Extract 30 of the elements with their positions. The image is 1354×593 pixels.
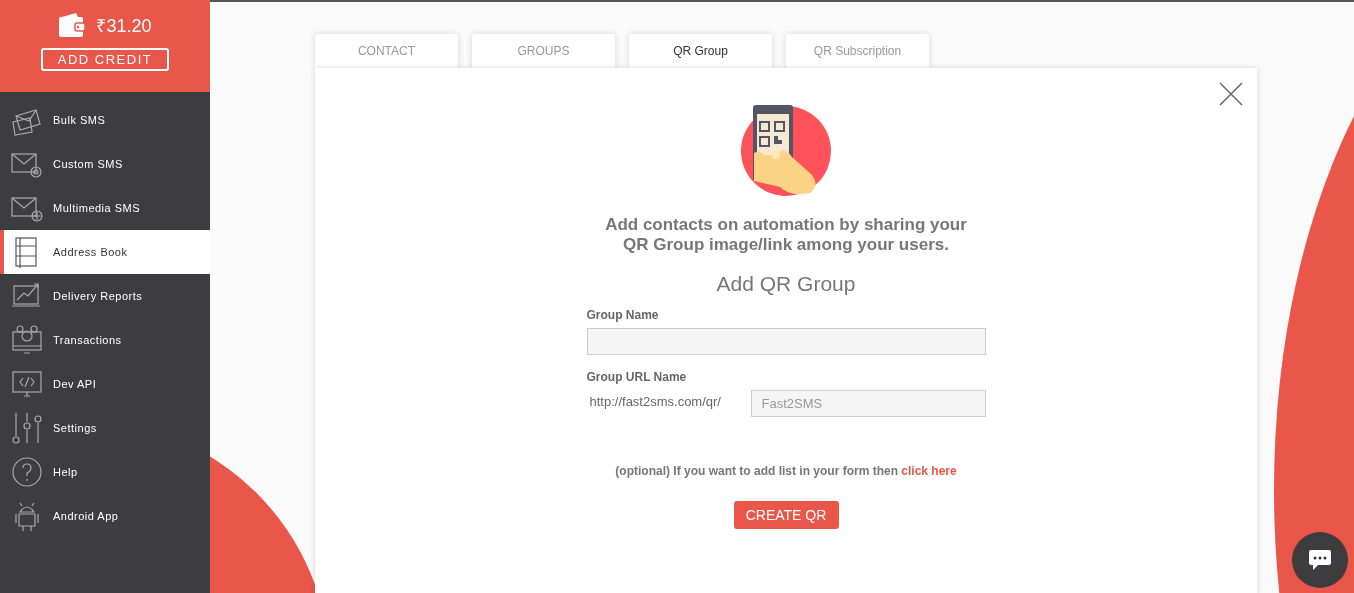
url-prefix: http://fast2sms.com/qr/ — [588, 393, 721, 409]
tab[interactable]: QR Group — [629, 34, 772, 68]
monitor-coins-icon — [10, 324, 44, 356]
wallet-icon — [58, 12, 87, 38]
help-icon — [10, 456, 44, 488]
sliders-icon — [10, 412, 44, 444]
sidebar-item[interactable]: Android App — [0, 494, 210, 538]
sidebar-item[interactable]: Multimedia SMS — [0, 186, 210, 230]
click-here-link[interactable]: click here — [901, 464, 957, 478]
field-label: Group Name — [586, 308, 660, 322]
sidebar-item[interactable]: Settings — [0, 406, 210, 450]
sidebar-item[interactable]: Help — [0, 450, 210, 494]
create-qr-button[interactable]: CREATE QR — [733, 501, 839, 529]
sidebar-item[interactable]: Transactions — [0, 318, 210, 362]
sidebar-item[interactable]: Delivery Reports — [0, 274, 210, 318]
sidebar-item[interactable]: Custom SMS — [0, 142, 210, 186]
form-heading: Add QR Group — [716, 272, 856, 296]
intro-text: Add contacts on automation by sharing your QR Group image/link among your users. — [604, 215, 968, 255]
group-name-field[interactable] — [586, 328, 986, 355]
group-url-field[interactable]: Fast2SMS — [750, 390, 986, 417]
sidebar-item[interactable]: Bulk SMS — [0, 98, 210, 142]
sidebar-item[interactable]: Dev API — [0, 362, 210, 406]
sidebar-item[interactable]: Address Book — [0, 230, 210, 274]
close-icon[interactable] — [1219, 82, 1243, 106]
balance-amount: ₹31.20 — [96, 15, 152, 37]
add-credit-button[interactable]: ADD CREDIT — [41, 48, 169, 71]
monitor-code-icon — [10, 368, 44, 400]
chat-icon — [1308, 549, 1332, 571]
optional-note: (optional) If you want to add list in your form then click here — [615, 464, 957, 478]
field-label: Group URL Name — [586, 370, 688, 384]
